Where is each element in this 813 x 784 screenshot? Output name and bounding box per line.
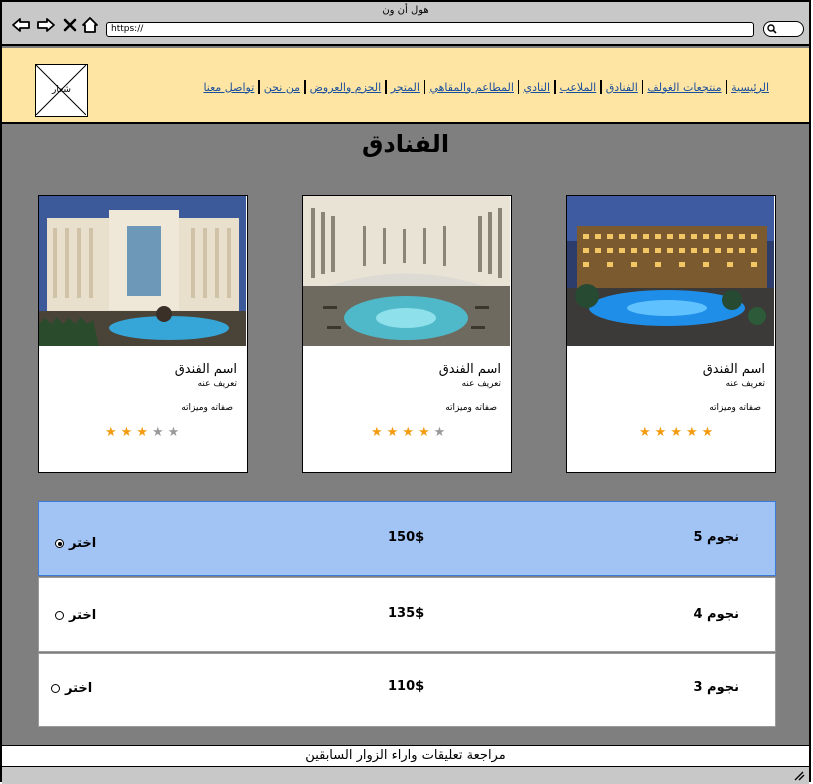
hotel-description: تعريف عنه	[725, 379, 765, 389]
hotel-photo	[303, 196, 510, 346]
nav-link-home[interactable]: الرئيسية	[731, 81, 769, 94]
radio-button[interactable]	[51, 684, 60, 693]
star-empty-icon: ★	[433, 425, 446, 440]
url-field[interactable]: https://	[106, 22, 754, 37]
nav-link-club[interactable]: النادي	[523, 81, 550, 94]
nav-link-store[interactable]: المتجر	[391, 81, 420, 94]
logo-placeholder[interactable]: شعار	[35, 64, 88, 117]
star-empty-icon: ★	[151, 425, 164, 440]
resize-grip-icon[interactable]	[793, 771, 805, 781]
hotel-name: اسم الفندق	[174, 362, 237, 377]
nav-separator	[641, 80, 644, 94]
page-title: الفنادق	[361, 130, 450, 158]
select-option-button[interactable]: اختر	[55, 608, 96, 623]
star-rating: ★ ★ ★ ★ ★	[105, 426, 179, 439]
radio-button[interactable]	[55, 539, 64, 548]
browser-toolbar: هول أن ون https://	[2, 2, 809, 46]
star-filled-icon: ★	[701, 425, 714, 440]
reviews-link[interactable]: مراجعة تعليقات واراء الزوار السابقين	[2, 745, 809, 767]
pricing-star-level: نجوم 5	[693, 530, 739, 545]
forward-arrow-icon[interactable]	[35, 14, 57, 36]
radio-button[interactable]	[55, 611, 64, 620]
hotel-photo	[39, 196, 246, 346]
nav-separator	[600, 80, 602, 94]
nav-link-golf-resorts[interactable]: منتجعات الغولف	[647, 81, 721, 94]
nav-link-packages[interactable]: الحزم والعروض	[310, 81, 382, 94]
hotel-features: صفاته وميزاته	[709, 403, 761, 413]
select-label: اختر	[69, 608, 97, 623]
nav-separator	[517, 80, 520, 94]
select-option-button[interactable]: اختر	[55, 536, 96, 551]
nav-separator	[725, 80, 728, 94]
nav-link-about[interactable]: من نحن	[264, 81, 300, 94]
star-empty-icon: ★	[167, 425, 180, 440]
nav-separator	[304, 80, 306, 94]
star-filled-icon: ★	[670, 425, 682, 440]
star-rating: ★ ★ ★ ★ ★	[639, 426, 713, 439]
select-label: اختر	[65, 681, 93, 696]
select-option-button[interactable]: اختر	[51, 681, 92, 696]
search-icon	[767, 24, 777, 34]
back-arrow-icon[interactable]	[10, 14, 32, 36]
hotel-description: تعريف عنه	[197, 379, 237, 389]
star-filled-icon: ★	[386, 425, 399, 440]
hotel-features: صفاته وميزاته	[445, 403, 497, 413]
pricing-option-5-star[interactable]: نجوم 5 150$ اختر	[38, 501, 776, 576]
nav-link-restaurants[interactable]: المطاعم والمقاهي	[429, 81, 514, 94]
window-title: هول أن ون	[382, 5, 429, 16]
star-filled-icon: ★	[105, 425, 117, 440]
star-filled-icon: ★	[120, 425, 133, 440]
pricing-price: 135$	[388, 606, 425, 621]
nav-separator	[385, 80, 387, 94]
nav-link-contact[interactable]: تواصل معنا	[203, 81, 254, 94]
search-field[interactable]	[763, 21, 804, 37]
pricing-price: 110$	[388, 679, 425, 694]
hotel-name: اسم الفندق	[438, 362, 501, 377]
nav-separator	[423, 80, 426, 94]
hotel-description: تعريف عنه	[461, 379, 501, 389]
browser-window: هول أن ون https:// شعار الرئيسية منتجعات…	[0, 0, 811, 784]
home-icon[interactable]	[79, 14, 101, 36]
hotel-card[interactable]: اسم الفندق تعريف عنه صفاته وميزاته ★ ★ ★ ★ ★	[38, 195, 248, 473]
pricing-price: 150$	[388, 530, 425, 545]
hotel-card[interactable]: اسم الفندق تعريف عنه صفاته وميزاته ★ ★ ★ ★ ★	[302, 195, 512, 473]
hotel-card[interactable]: اسم الفندق تعريف عنه صفاته وميزاته ★ ★ ★ ★ ★	[566, 195, 776, 473]
star-filled-icon: ★	[402, 425, 414, 440]
logo-label: شعار	[52, 85, 71, 95]
status-bar	[2, 767, 809, 784]
star-filled-icon: ★	[654, 425, 667, 440]
select-label: اختر	[69, 536, 97, 551]
site-header: شعار الرئيسية منتجعات الغولف الفنادق الم…	[2, 48, 809, 124]
star-filled-icon: ★	[371, 425, 383, 440]
star-filled-icon: ★	[136, 425, 148, 440]
nav-link-hotels[interactable]: الفنادق	[606, 81, 638, 94]
star-filled-icon: ★	[685, 425, 698, 440]
hotel-photo	[567, 196, 774, 346]
pricing-option-3-star[interactable]: نجوم 3 110$ اختر	[38, 653, 776, 727]
hotel-name: اسم الفندق	[702, 362, 765, 377]
hotel-features: صفاته وميزاته	[181, 403, 233, 413]
pricing-option-4-star[interactable]: نجوم 4 135$ اختر	[38, 577, 776, 652]
close-icon[interactable]	[59, 14, 81, 36]
nav-separator	[258, 80, 260, 94]
star-filled-icon: ★	[639, 425, 651, 440]
star-rating: ★ ★ ★ ★ ★	[371, 426, 445, 439]
main-nav: الرئيسية منتجعات الغولف الفنادق الملاعب …	[203, 80, 769, 94]
pricing-star-level: نجوم 4	[693, 607, 739, 622]
pricing-star-level: نجوم 3	[693, 680, 739, 695]
nav-separator	[554, 80, 556, 94]
nav-link-courses[interactable]: الملاعب	[560, 81, 597, 94]
star-filled-icon: ★	[417, 425, 430, 440]
